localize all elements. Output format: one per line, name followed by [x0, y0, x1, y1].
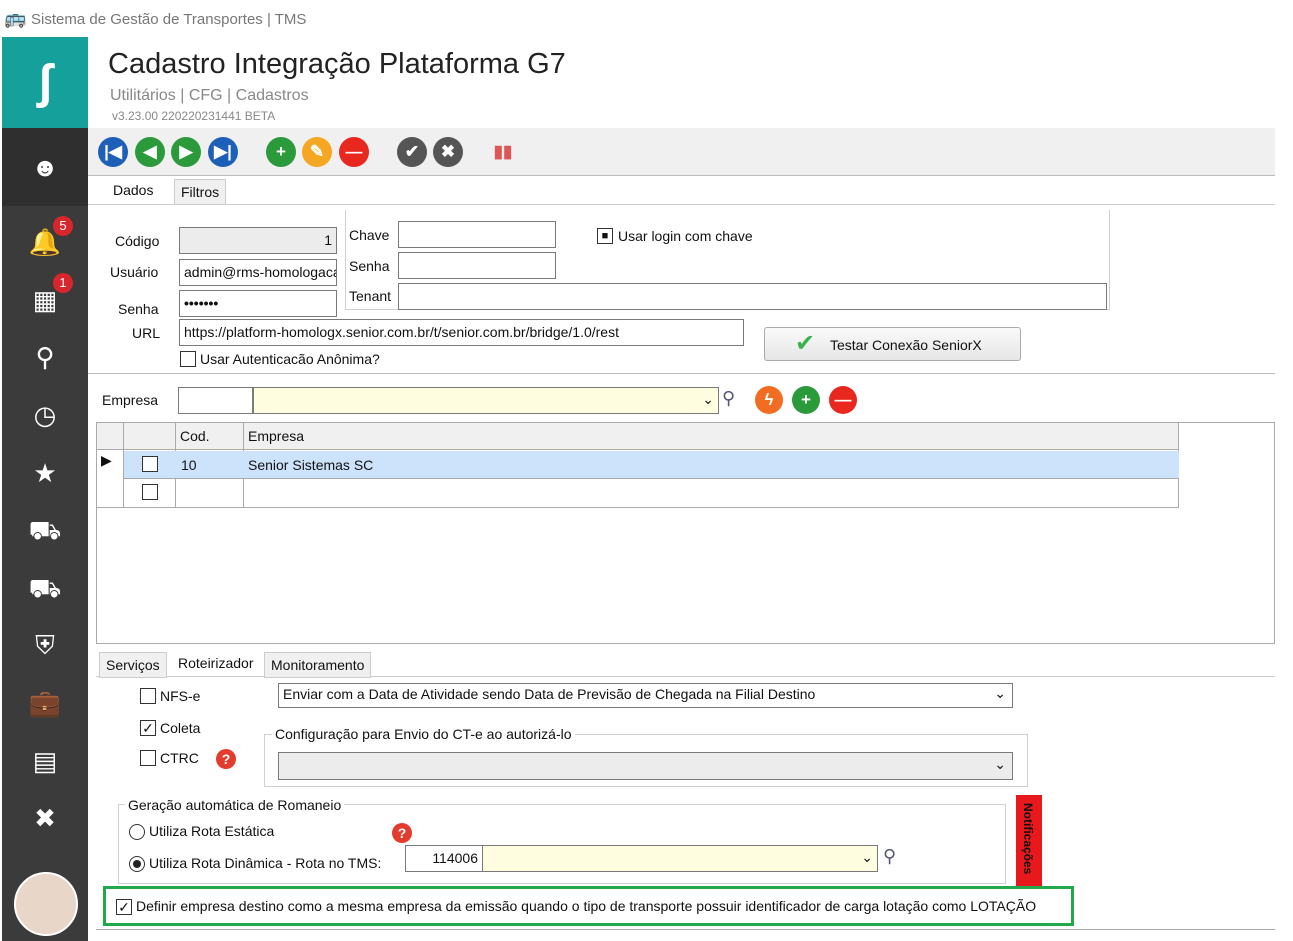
url-label: URL: [132, 325, 161, 341]
window-title: Sistema de Gestão de Transportes | TMS: [31, 11, 307, 28]
tab-dados[interactable]: Dados: [113, 182, 153, 198]
backpack-icon[interactable]: ▤: [28, 744, 62, 778]
config-group-label: Configuração para Envio do CT-e ao autor…: [272, 726, 575, 742]
version: v3.23.00 220220231441 BETA: [112, 109, 276, 123]
definir-empresa-checkbox[interactable]: ✓: [116, 899, 132, 915]
chevron-down-icon: ⌄: [994, 756, 1006, 772]
senha-field[interactable]: •••••••: [179, 290, 337, 317]
usar-login-label: Usar login com chave: [618, 228, 753, 244]
delete-button[interactable]: —: [339, 137, 369, 167]
definir-empresa-label: Definir empresa destino como a mesma emp…: [136, 898, 1037, 914]
truck-icon[interactable]: ⛟: [28, 513, 62, 547]
truck-icon-2[interactable]: ⛟: [28, 571, 62, 605]
romaneio-group-label: Geração automática de Romaneio: [125, 797, 345, 813]
empresa-code-field[interactable]: [178, 387, 253, 414]
codigo-field[interactable]: 1: [179, 227, 337, 254]
search-icon-2[interactable]: ⚲: [883, 846, 896, 867]
help-icon[interactable]: ?: [216, 749, 236, 769]
usuario-field[interactable]: admin@rms-homologacao: [179, 259, 337, 286]
column-header-cod[interactable]: Cod.: [180, 428, 210, 444]
senha-chave-field[interactable]: [398, 252, 556, 279]
star-icon[interactable]: ★: [28, 456, 62, 490]
search-icon[interactable]: ⚲: [28, 340, 62, 374]
chevron-down-icon: ⌄: [994, 685, 1006, 701]
empresa-label: Empresa: [102, 392, 159, 408]
anon-auth-checkbox[interactable]: [180, 351, 196, 367]
x-tool-icon[interactable]: ✖: [28, 801, 62, 835]
tab-filtros[interactable]: Filtros: [174, 179, 227, 205]
page-title: Cadastro Integração Plataforma G7: [108, 48, 566, 80]
chave-field[interactable]: [398, 221, 556, 248]
notifications-label: Notificações: [1021, 803, 1035, 875]
user-icon[interactable]: ☻: [28, 150, 62, 184]
shield-icon[interactable]: ⛨: [28, 628, 62, 662]
lightning-button[interactable]: ϟ: [755, 386, 783, 414]
column-header-empresa[interactable]: Empresa: [248, 428, 304, 444]
app-icon: 🚌: [4, 8, 27, 28]
ctrc-label: CTRC: [160, 750, 199, 766]
tenant-label: Tenant: [349, 288, 392, 304]
chevron-down-icon: ⌄: [861, 849, 873, 865]
chevron-down-icon: ⌄: [702, 391, 714, 407]
add-empresa-button[interactable]: +: [792, 386, 820, 414]
senha-chave-label: Senha: [349, 258, 390, 274]
test-connection-label: Testar Conexão SeniorX: [830, 337, 982, 353]
logo[interactable]: ʃ: [2, 37, 88, 128]
remove-empresa-button[interactable]: —: [829, 386, 857, 414]
notifications-tab[interactable]: Notificações: [1016, 795, 1042, 887]
url-field[interactable]: https://platform-homologx.senior.com.br/…: [179, 319, 744, 346]
first-record-button[interactable]: |◀: [98, 137, 128, 167]
add-button[interactable]: +: [266, 137, 296, 167]
row-checkbox-empty[interactable]: [142, 484, 158, 500]
chave-label: Chave: [349, 227, 390, 243]
clock-icon[interactable]: ◷: [28, 398, 62, 432]
tab-roteirizador[interactable]: Roteirizador: [178, 655, 253, 671]
apps-badge: 1: [53, 273, 73, 293]
breadcrumb: Utilitários | CFG | Cadastros: [110, 87, 309, 104]
rota-select[interactable]: ⌄: [482, 845, 878, 872]
nfse-checkbox[interactable]: [140, 688, 156, 704]
coleta-label: Coleta: [160, 720, 201, 736]
rota-dinamica-radio[interactable]: [129, 856, 145, 872]
briefcase-icon[interactable]: 💼: [28, 686, 62, 720]
config-select[interactable]: ⌄: [278, 752, 1013, 780]
ctrc-checkbox[interactable]: [140, 750, 156, 766]
coleta-checkbox[interactable]: ✓: [140, 720, 156, 736]
rota-code-field[interactable]: 114006: [405, 845, 483, 872]
usuario-label: Usuário: [110, 264, 159, 280]
edit-button[interactable]: ✎: [302, 137, 332, 167]
row-checkbox[interactable]: [142, 456, 158, 472]
rota-dinamica-label: Utiliza Rota Dinâmica - Rota no TMS:: [149, 855, 382, 871]
tab-servicos[interactable]: Serviços: [99, 652, 167, 678]
notification-badge: 5: [53, 216, 73, 236]
tenant-field[interactable]: [398, 283, 1107, 310]
next-record-button[interactable]: ▶: [171, 137, 201, 167]
romaneio-group: [118, 804, 1006, 884]
last-record-button[interactable]: ▶|: [208, 137, 238, 167]
cancel-button[interactable]: ✖: [433, 137, 463, 167]
report-chart-icon[interactable]: ▮▮: [488, 137, 518, 167]
rota-estatica-label: Utiliza Rota Estática: [149, 823, 275, 839]
test-connection-button[interactable]: ✔ Testar Conexão SeniorX: [764, 327, 1021, 361]
rota-estatica-radio[interactable]: [129, 824, 145, 840]
help-icon-2[interactable]: ?: [392, 823, 412, 843]
row-empresa: Senior Sistemas SC: [248, 457, 374, 473]
usar-login-checkbox[interactable]: ■: [597, 228, 613, 244]
anon-auth-label: Usar Autenticacão Anônima?: [200, 351, 380, 367]
confirm-button[interactable]: ✔: [397, 137, 427, 167]
search-icon[interactable]: ⚲: [722, 388, 735, 409]
tab-monitoramento[interactable]: Monitoramento: [264, 652, 372, 678]
codigo-label: Código: [115, 233, 160, 249]
row-cod: 10: [181, 457, 197, 473]
nfse-label: NFS-e: [160, 688, 201, 704]
row-indicator-icon: ▶: [101, 452, 112, 468]
data-atividade-select[interactable]: Enviar com a Data de Atividade sendo Dat…: [278, 683, 1013, 708]
table-row-empty[interactable]: [97, 479, 1179, 508]
prev-record-button[interactable]: ◀: [135, 137, 165, 167]
empresa-select[interactable]: ⌄: [253, 387, 719, 414]
avatar[interactable]: [14, 872, 78, 936]
data-atividade-value: Enviar com a Data de Atividade sendo Dat…: [283, 686, 816, 702]
check-icon: ✔: [795, 330, 816, 357]
senha-label: Senha: [118, 301, 159, 317]
